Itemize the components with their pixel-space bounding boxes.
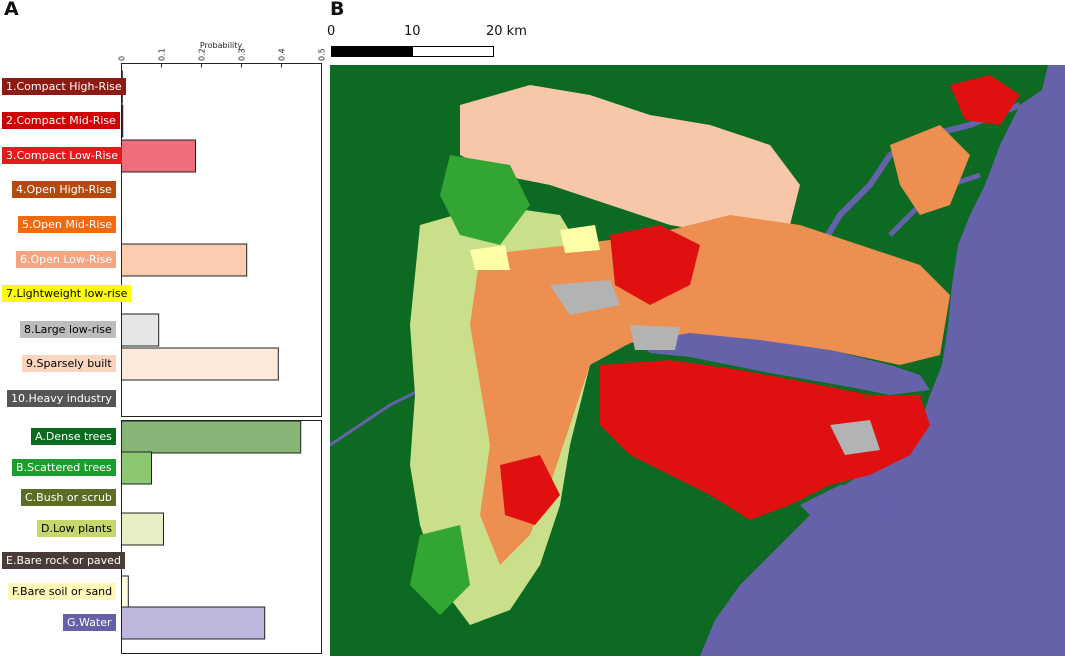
bars — [121, 70, 302, 640]
x-tick-label: 0.2 — [198, 48, 207, 61]
local-climate-zone-map — [330, 65, 1065, 656]
category-label: G.Water — [63, 614, 116, 631]
scale-label-0: 0 — [327, 24, 336, 39]
scale-label-20km: 20 km — [486, 24, 527, 39]
category-label: 4.Open High-Rise — [12, 181, 116, 198]
x-tick-label: 0.4 — [278, 48, 287, 61]
category-label: 10.Heavy industry — [7, 390, 116, 407]
category-label: D.Low plants — [37, 520, 116, 537]
scale-bar-black — [331, 46, 413, 57]
scale-bar — [331, 46, 494, 57]
x-tick-label: 0 — [118, 56, 127, 61]
bar — [121, 420, 302, 454]
bar — [121, 512, 164, 546]
category-label: B.Scattered trees — [12, 459, 116, 476]
bar — [121, 243, 248, 277]
lightweight-patch-2 — [560, 225, 600, 253]
x-tick-label: 0.5 — [318, 48, 327, 61]
bar — [121, 313, 160, 347]
category-label: 1.Compact High-Rise — [2, 78, 126, 95]
category-label: 3.Compact Low-Rise — [2, 147, 123, 164]
axis-ticks: 0 0.1 0.2 0.3 0.4 0.5 — [118, 48, 327, 68]
bar — [121, 139, 196, 173]
bar — [121, 104, 124, 138]
scale-bar-white — [412, 46, 494, 57]
x-tick-label: 0.3 — [238, 48, 247, 61]
category-label: F.Bare soil or sand — [8, 583, 117, 600]
category-label: A.Dense trees — [31, 428, 116, 445]
category-label: 2.Compact Mid-Rise — [2, 112, 120, 129]
category-label: C.Bush or scrub — [21, 489, 116, 506]
scale-label-10: 10 — [404, 24, 421, 39]
category-label: 6.Open Low-Rise — [16, 251, 117, 268]
bar — [121, 451, 152, 485]
x-tick-label: 0.1 — [158, 48, 167, 61]
category-label: 8.Large low-rise — [20, 321, 116, 338]
category-label: 9.Sparsely built — [22, 355, 116, 372]
bar — [121, 606, 266, 640]
category-label: E.Bare rock or paved — [2, 552, 125, 569]
category-label: 7.Lightweight low-rise — [2, 285, 132, 302]
bar — [121, 575, 129, 609]
panel-b-letter: B — [330, 0, 345, 20]
category-label: 5.Open Mid-Rise — [18, 216, 117, 233]
bar — [121, 347, 279, 381]
large-low-rise-patch-2 — [630, 325, 680, 350]
